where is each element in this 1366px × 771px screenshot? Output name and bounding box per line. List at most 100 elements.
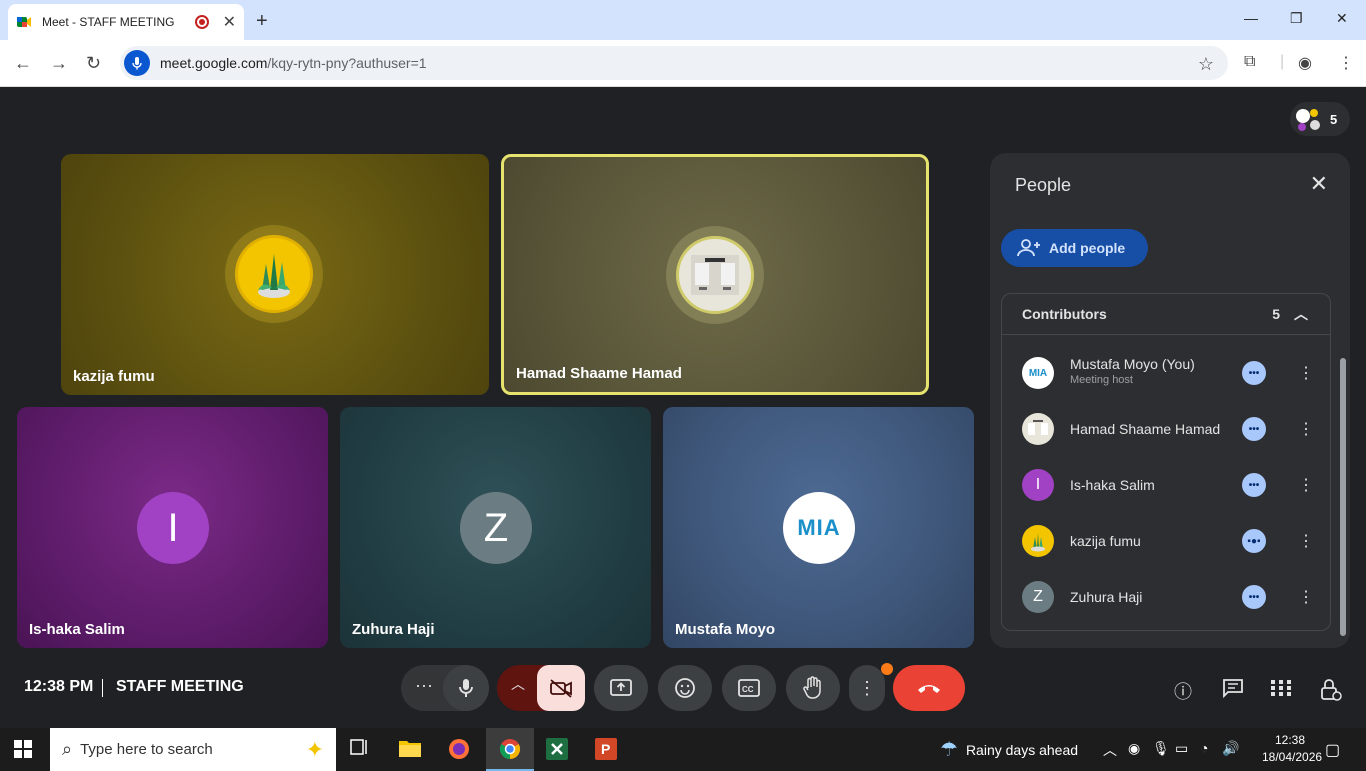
- tile-name: Is-haka Salim: [29, 621, 125, 638]
- microphone-icon: [459, 679, 473, 697]
- contributors-section: Contributors 5 ︿ MIA Mustafa Moyo (You) …: [1001, 293, 1331, 631]
- firefox-icon[interactable]: [447, 737, 471, 761]
- notifications-icon[interactable]: ▢: [1325, 740, 1340, 760]
- clock-time: 12:38: [1274, 733, 1306, 747]
- profile-icon[interactable]: ◉: [1298, 53, 1312, 73]
- person-row: Hamad Shaame Hamad ••• ⋮: [1002, 404, 1332, 454]
- task-view-icon[interactable]: [348, 737, 372, 761]
- photo-avatar-icon: [1028, 420, 1048, 435]
- excel-icon[interactable]: [545, 737, 569, 761]
- avatar: MIA: [783, 492, 855, 564]
- audio-options-icon[interactable]: ···: [415, 675, 433, 696]
- chrome-taskbar-active[interactable]: [486, 728, 534, 771]
- more-options-icon[interactable]: ⋮: [1298, 587, 1314, 607]
- raise-hand-icon: [803, 676, 821, 699]
- weather-text: Rainy days ahead: [965, 741, 1079, 758]
- mia-logo: MIA: [1028, 367, 1048, 379]
- volume-icon[interactable]: 🔊: [1222, 740, 1239, 757]
- person-role: Meeting host: [1070, 374, 1133, 386]
- browser-tab-strip: Meet - STAFF MEETING ✕ + — ❐ ✕: [0, 0, 1366, 40]
- wifi-icon[interactable]: ◔: [1200, 740, 1208, 756]
- new-tab-button[interactable]: +: [256, 10, 268, 33]
- battery-icon[interactable]: ▭: [1175, 740, 1188, 757]
- present-screen-button[interactable]: [594, 665, 648, 711]
- taskbar-search-box[interactable]: ⌕ Type here to search ✦: [50, 728, 336, 771]
- person-avatar: [1022, 413, 1054, 445]
- participant-tile-zuhura[interactable]: Z Zuhura Haji: [340, 407, 651, 648]
- participants-chip[interactable]: 5: [1290, 102, 1350, 136]
- person-name: Mustafa Moyo (You): [1070, 356, 1195, 372]
- participant-tile-ishaka[interactable]: I Is-haka Salim: [17, 407, 328, 648]
- clock-date: 18/04/2026: [1262, 750, 1323, 764]
- more-options-icon[interactable]: ⋮: [1298, 363, 1314, 383]
- raise-hand-button[interactable]: [786, 665, 840, 711]
- captions-icon: CC: [738, 679, 760, 697]
- leave-call-button[interactable]: [893, 665, 965, 711]
- panel-scrollbar[interactable]: [1340, 358, 1346, 636]
- back-icon[interactable]: ←: [14, 53, 32, 74]
- microphone-button[interactable]: [443, 665, 489, 711]
- microphone-tray-icon[interactable]: 🎙: [1152, 740, 1170, 757]
- windows-start-icon[interactable]: [14, 740, 34, 760]
- restore-icon[interactable]: ❐: [1290, 10, 1303, 27]
- recording-icon: [194, 15, 209, 29]
- contributors-header[interactable]: Contributors 5 ︿: [1002, 294, 1330, 335]
- rain-umbrella-icon: ☂: [940, 739, 958, 761]
- divider: [102, 679, 103, 697]
- forward-icon[interactable]: →: [50, 53, 68, 74]
- tile-name: Zuhura Haji: [352, 621, 435, 638]
- meet-stage: 5 kazija fumu Hamad Shaame Hamad I Is-ha…: [0, 88, 1366, 728]
- add-people-button[interactable]: Add people: [1001, 229, 1148, 267]
- speaking-indicator-icon: ▪●▪: [1242, 529, 1266, 553]
- host-controls-icon[interactable]: [1320, 678, 1342, 707]
- camera-off-button[interactable]: [537, 665, 585, 711]
- participant-tile-mustafa[interactable]: MIA Mustafa Moyo: [663, 407, 974, 648]
- captions-button[interactable]: CC: [722, 665, 776, 711]
- chevron-up-icon[interactable]: ︿: [1294, 304, 1308, 324]
- audio-level-icon: •••: [1242, 473, 1266, 497]
- end-call-icon: [918, 685, 940, 693]
- participant-avatars-icon: [1294, 105, 1322, 133]
- reload-icon[interactable]: ↻: [86, 53, 101, 74]
- close-tab-icon[interactable]: ✕: [223, 12, 236, 32]
- person-name: Zuhura Haji: [1070, 589, 1143, 605]
- file-explorer-icon[interactable]: [398, 737, 422, 761]
- chevron-up-icon[interactable]: ︿: [511, 674, 525, 694]
- bookmark-star-icon[interactable]: ☆: [1198, 54, 1214, 75]
- avatar: Z: [460, 492, 532, 564]
- more-options-icon[interactable]: ⋮: [1298, 475, 1314, 495]
- avatar: [676, 236, 754, 314]
- browser-menu-icon[interactable]: ⋮: [1338, 53, 1354, 73]
- close-panel-icon[interactable]: ✕: [1310, 171, 1328, 197]
- reactions-button[interactable]: [658, 665, 712, 711]
- taskbar-clock[interactable]: 12:38 18/04/2026: [1262, 732, 1323, 766]
- photo-avatar-icon: [691, 255, 739, 295]
- more-options-icon[interactable]: ⋮: [1298, 419, 1314, 439]
- participant-tile-kazija[interactable]: kazija fumu: [61, 154, 489, 395]
- mic-in-use-icon[interactable]: [124, 50, 150, 76]
- tab-search-icon[interactable]: ⧉: [1244, 53, 1255, 71]
- omnibox[interactable]: meet.google.com/kqy-rytn-pny?authuser=1 …: [120, 46, 1228, 80]
- browser-tab[interactable]: Meet - STAFF MEETING ✕: [8, 4, 244, 40]
- minimize-icon[interactable]: —: [1244, 10, 1258, 26]
- powerpoint-icon[interactable]: P: [594, 737, 618, 761]
- video-control-group: ︿: [497, 665, 585, 711]
- close-window-icon[interactable]: ✕: [1336, 10, 1348, 27]
- weather-widget[interactable]: ☂ Rainy days ahead: [940, 728, 1078, 771]
- more-options-button[interactable]: ⋮: [849, 663, 893, 711]
- show-hidden-icons[interactable]: ︿: [1103, 740, 1117, 760]
- section-count: 5: [1272, 306, 1280, 322]
- chat-icon[interactable]: [1222, 678, 1244, 703]
- url-path: /kqy-rytn-pny?authuser=1: [267, 55, 427, 71]
- activities-icon[interactable]: [1270, 678, 1292, 703]
- chrome-icon: [499, 739, 521, 760]
- more-options-icon[interactable]: ⋮: [1298, 531, 1314, 551]
- participant-count: 5: [1330, 111, 1338, 127]
- camera-tray-icon[interactable]: ◉: [1128, 740, 1140, 757]
- avatar: [235, 235, 313, 313]
- meeting-details-icon[interactable]: ⓘ: [1174, 678, 1192, 704]
- avatar: I: [137, 492, 209, 564]
- address-bar-row: ← → ↻ meet.google.com/kqy-rytn-pny?authu…: [0, 40, 1366, 87]
- participant-tile-hamad[interactable]: Hamad Shaame Hamad: [501, 154, 929, 395]
- tile-name: Mustafa Moyo: [675, 621, 776, 638]
